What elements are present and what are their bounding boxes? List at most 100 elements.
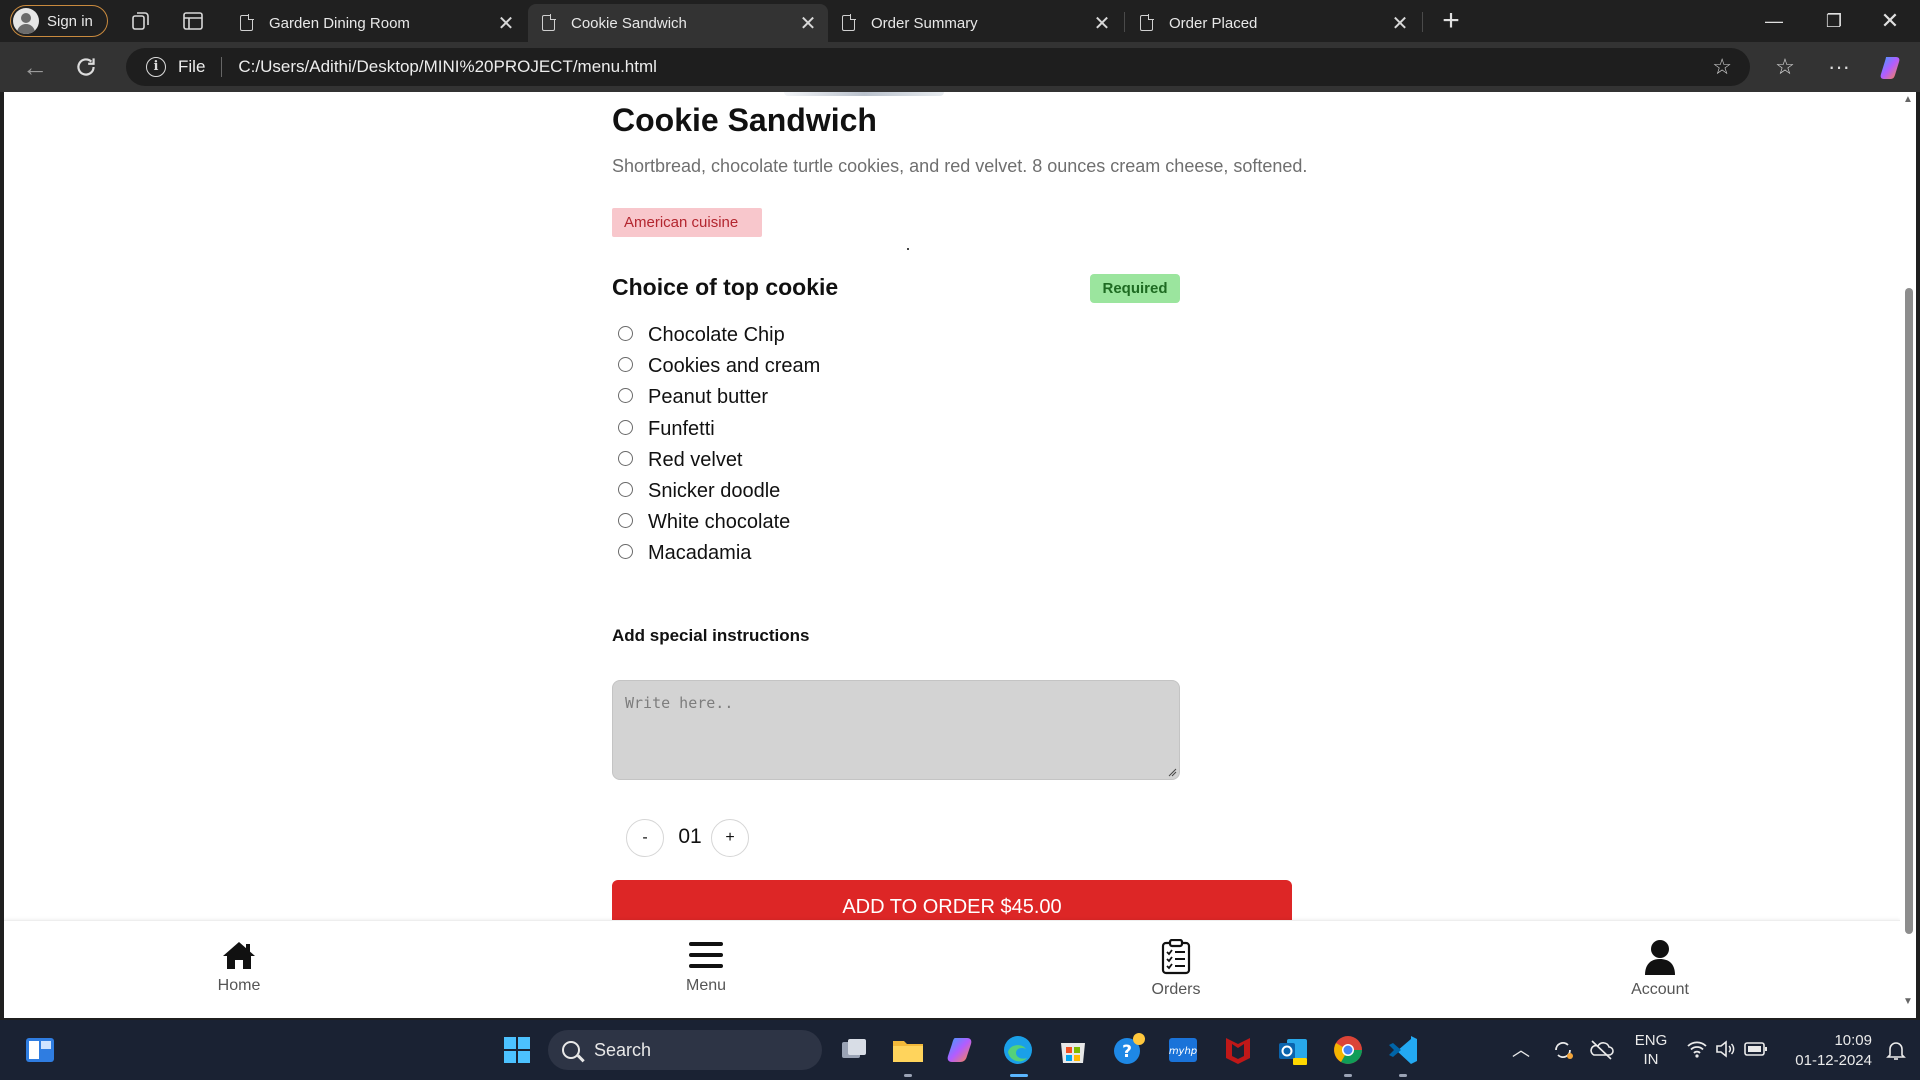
- special-instructions-textarea[interactable]: [612, 680, 1180, 780]
- refresh-icon[interactable]: [73, 54, 99, 80]
- copilot-icon[interactable]: [1878, 53, 1906, 81]
- close-tab-icon[interactable]: ✕: [494, 11, 518, 36]
- site-info-icon[interactable]: i: [146, 57, 166, 77]
- radio-button[interactable]: [618, 326, 633, 342]
- option-label: Macadamia: [648, 542, 752, 565]
- nav-menu[interactable]: Menu: [646, 939, 766, 995]
- input-language-indicator[interactable]: ENG IN: [1630, 1031, 1672, 1069]
- radio-button[interactable]: [618, 388, 633, 404]
- more-options-icon[interactable]: ···: [1824, 52, 1854, 82]
- nav-orders[interactable]: Orders: [1116, 939, 1236, 999]
- region-code: IN: [1643, 1051, 1659, 1068]
- get-help-icon[interactable]: ?: [1108, 1030, 1148, 1070]
- cookie-option[interactable]: Red velvet: [618, 445, 820, 476]
- bottom-navigation: Home Menu Orders Account: [4, 920, 1900, 1018]
- page-scrollbar[interactable]: ▲ ▼: [1900, 92, 1916, 1018]
- nav-account-label: Account: [1631, 981, 1689, 998]
- radio-button[interactable]: [618, 357, 633, 373]
- microsoft-store-icon[interactable]: [1053, 1030, 1093, 1070]
- cookie-option[interactable]: Funfetti: [618, 414, 820, 445]
- user-account-icon: [1645, 940, 1675, 975]
- sign-in-button[interactable]: Sign in: [10, 5, 108, 37]
- show-hidden-icons-chevron-icon[interactable]: ︿: [1512, 1036, 1530, 1062]
- choice-section-title: Choice of top cookie: [612, 274, 839, 300]
- quantity-increment-button[interactable]: +: [711, 819, 749, 857]
- close-tab-icon[interactable]: ✕: [796, 11, 820, 36]
- sign-in-label: Sign in: [47, 12, 93, 30]
- cookie-option[interactable]: Chocolate Chip: [618, 320, 820, 351]
- new-tab-plus-icon[interactable]: +: [1436, 4, 1466, 38]
- battery-icon[interactable]: [1744, 1040, 1768, 1058]
- workspaces-icon[interactable]: [129, 9, 153, 33]
- vscode-icon[interactable]: [1383, 1030, 1423, 1070]
- tab-order-placed[interactable]: Order Placed ✕: [1126, 4, 1420, 42]
- clipboard-list-icon: [1161, 939, 1191, 975]
- tab-title: Order Summary: [871, 14, 978, 32]
- close-tab-icon[interactable]: ✕: [1090, 11, 1114, 36]
- file-explorer-icon[interactable]: [888, 1030, 928, 1070]
- outlook-new-icon[interactable]: [1273, 1030, 1313, 1070]
- cookie-option[interactable]: Peanut butter: [618, 382, 820, 413]
- myhp-icon[interactable]: myhp: [1163, 1030, 1203, 1070]
- option-label: Chocolate Chip: [648, 324, 785, 347]
- scroll-up-arrow-icon[interactable]: ▲: [1902, 94, 1914, 105]
- restore-icon[interactable]: ❐: [1806, 0, 1862, 42]
- nav-home[interactable]: Home: [179, 939, 299, 995]
- tab-separator: [1422, 12, 1423, 32]
- close-window-icon[interactable]: ✕: [1862, 0, 1918, 42]
- address-separator: [221, 57, 223, 77]
- option-label: Red velvet: [648, 448, 743, 471]
- nav-account[interactable]: Account: [1600, 939, 1720, 999]
- tab-order-summary[interactable]: Order Summary ✕: [828, 4, 1122, 42]
- cookie-option[interactable]: Macadamia: [618, 538, 820, 569]
- browser-toolbar: ← i File C:/Users/Adithi/Desktop/MINI%20…: [0, 42, 1920, 92]
- cookie-option[interactable]: Cookies and cream: [618, 351, 820, 382]
- taskbar-search[interactable]: Search: [548, 1030, 822, 1070]
- cookie-option[interactable]: White chocolate: [618, 507, 820, 538]
- task-view-icon[interactable]: [834, 1030, 874, 1070]
- tab-garden-dining-room[interactable]: Garden Dining Room ✕: [226, 4, 526, 42]
- volume-icon[interactable]: [1714, 1039, 1736, 1059]
- wifi-icon[interactable]: [1686, 1039, 1708, 1059]
- cuisine-tag: American cuisine: [612, 208, 762, 237]
- radio-button[interactable]: [618, 482, 633, 498]
- mcafee-icon[interactable]: [1218, 1030, 1258, 1070]
- windows-start-icon[interactable]: [497, 1030, 537, 1070]
- scrollbar-thumb[interactable]: [1905, 288, 1913, 934]
- favorite-star-icon[interactable]: ☆: [1712, 54, 1732, 80]
- radio-button[interactable]: [618, 419, 633, 435]
- address-url[interactable]: C:/Users/Adithi/Desktop/MINI%20PROJECT/m…: [238, 57, 657, 77]
- option-label: Snicker doodle: [648, 480, 781, 503]
- copilot-app-icon[interactable]: [943, 1030, 983, 1070]
- page-icon: [842, 14, 856, 31]
- windows-taskbar: Search ? myhp ︿ ENG IN 10:09 01-12-2024: [0, 1020, 1920, 1080]
- favorites-icon[interactable]: ☆: [1770, 52, 1800, 82]
- notifications-bell-icon[interactable]: [1884, 1038, 1908, 1062]
- quantity-decrement-button[interactable]: -: [626, 819, 664, 857]
- radio-button[interactable]: [618, 450, 633, 466]
- resize-grip-icon[interactable]: [1167, 767, 1177, 777]
- edge-browser-icon[interactable]: [998, 1030, 1038, 1070]
- close-tab-icon[interactable]: ✕: [1388, 11, 1412, 36]
- tab-cookie-sandwich[interactable]: Cookie Sandwich ✕: [528, 4, 828, 42]
- clock[interactable]: 10:09 01-12-2024: [1784, 1031, 1872, 1071]
- tab-separator: [1124, 12, 1125, 32]
- minimize-icon[interactable]: —: [1746, 0, 1802, 42]
- hamburger-menu-icon: [689, 942, 723, 968]
- onedrive-offline-icon[interactable]: [1589, 1038, 1615, 1062]
- required-badge: Required: [1090, 274, 1180, 303]
- page-viewport: Cookie Sandwich Shortbread, chocolate tu…: [4, 92, 1900, 1018]
- cookie-option[interactable]: Snicker doodle: [618, 476, 820, 507]
- scroll-down-arrow-icon[interactable]: ▼: [1902, 996, 1914, 1007]
- widgets-icon[interactable]: [20, 1030, 60, 1070]
- radio-button[interactable]: [618, 513, 633, 529]
- browser-tab-strip: Sign in Garden Dining Room ✕ Cookie Sand…: [0, 0, 1920, 42]
- tab-actions-icon[interactable]: [181, 9, 205, 33]
- search-icon: [562, 1041, 580, 1059]
- special-instructions-title: Add special instructions: [612, 626, 810, 645]
- sync-icon[interactable]: [1551, 1038, 1575, 1062]
- radio-button[interactable]: [618, 544, 633, 560]
- chrome-icon[interactable]: [1328, 1030, 1368, 1070]
- address-bar[interactable]: i File C:/Users/Adithi/Desktop/MINI%20PR…: [126, 48, 1750, 86]
- back-arrow-icon[interactable]: ←: [18, 50, 52, 84]
